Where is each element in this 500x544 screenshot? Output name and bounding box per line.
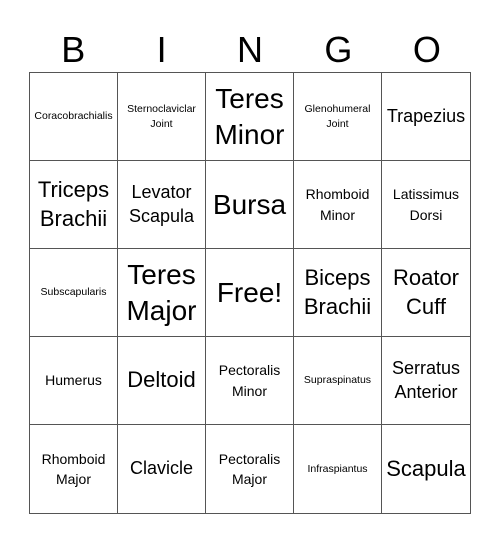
cell-label: Infraspiantus <box>307 462 368 475</box>
bingo-cell[interactable]: Triceps Brachii <box>30 161 118 249</box>
cell-label: Teres Minor <box>214 82 285 150</box>
bingo-cell[interactable]: Clavicle <box>118 425 206 513</box>
cell-label: Biceps Brachii <box>303 264 372 319</box>
cell-label: Clavicle <box>129 458 194 479</box>
bingo-cell[interactable]: Scapula <box>382 425 470 513</box>
cell-label: Teres Major <box>126 258 197 326</box>
free-space-cell[interactable]: Free! <box>206 249 294 337</box>
header-letter-b: B <box>61 29 86 70</box>
bingo-cell[interactable]: Rhomboid Minor <box>294 161 382 249</box>
bingo-cell[interactable]: Infraspiantus <box>294 425 382 513</box>
bingo-cell[interactable]: Coracobrachialis <box>30 73 118 161</box>
bingo-cell[interactable]: Subscapularis <box>30 249 118 337</box>
cell-label: Deltoid <box>127 367 196 393</box>
bingo-cell[interactable]: Serratus Anterior <box>382 337 470 425</box>
bingo-cell[interactable]: Latissimus Dorsi <box>382 161 470 249</box>
header-letter-i: I <box>156 29 167 70</box>
cell-label: Glenohumeral Joint <box>304 103 371 130</box>
bingo-cell[interactable]: Levator Scapula <box>118 161 206 249</box>
cell-label: Supraspinatus <box>303 374 372 387</box>
cell-label: Sternoclaviclar Joint <box>127 103 196 130</box>
cell-label: Subscapularis <box>40 286 107 299</box>
bingo-cell[interactable]: Glenohumeral Joint <box>294 73 382 161</box>
cell-label: Free! <box>216 276 283 308</box>
bingo-cell[interactable]: Roator Cuff <box>382 249 470 337</box>
bingo-cell[interactable]: Pectoralis Major <box>206 425 294 513</box>
cell-label: Pectoralis Major <box>218 450 281 487</box>
bingo-cell[interactable]: Trapezius <box>382 73 470 161</box>
bingo-cell[interactable]: Sternoclaviclar Joint <box>118 73 206 161</box>
bingo-cell[interactable]: Pectoralis Minor <box>206 337 294 425</box>
bingo-cell[interactable]: Teres Minor <box>206 73 294 161</box>
cell-label: Scapula <box>386 455 466 481</box>
cell-label: Bursa <box>212 188 287 220</box>
bingo-cell[interactable]: Teres Major <box>118 249 206 337</box>
header-letter-g: G <box>324 29 353 70</box>
bingo-cell[interactable]: Humerus <box>30 337 118 425</box>
cell-label: Triceps Brachii <box>37 176 110 231</box>
cell-label: Humerus <box>45 372 102 389</box>
bingo-cell[interactable]: Biceps Brachii <box>294 249 382 337</box>
cell-label: Coracobrachialis <box>34 110 113 123</box>
cell-label: Rhomboid Major <box>41 450 106 487</box>
header-letter-o: O <box>412 29 441 70</box>
cell-label: Serratus Anterior <box>391 358 461 402</box>
bingo-grid: Coracobrachialis Sternoclaviclar Joint Ter… <box>29 72 471 514</box>
cell-label: Rhomboid Minor <box>305 186 370 223</box>
bingo-cell[interactable]: Deltoid <box>118 337 206 425</box>
cell-label: Latissimus Dorsi <box>392 186 460 223</box>
bingo-cell[interactable]: Rhomboid Major <box>30 425 118 513</box>
header-letter-n: N <box>237 29 264 70</box>
bingo-cell[interactable]: Supraspinatus <box>294 337 382 425</box>
cell-label: Trapezius <box>386 105 466 126</box>
cell-label: Levator Scapula <box>128 182 195 226</box>
bingo-header: B I N G O <box>29 27 471 72</box>
cell-label: Roator Cuff <box>392 264 460 319</box>
bingo-cell[interactable]: Bursa <box>206 161 294 249</box>
cell-label: Pectoralis Minor <box>218 362 281 399</box>
